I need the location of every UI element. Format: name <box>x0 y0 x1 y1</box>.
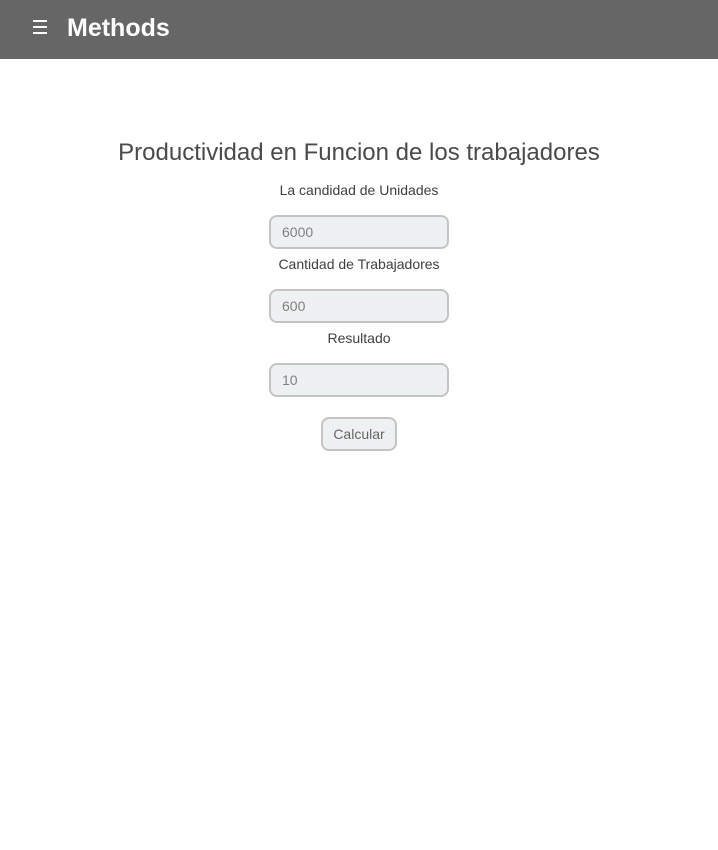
result-input[interactable] <box>269 363 449 397</box>
units-label: La candidad de Unidades <box>279 182 439 198</box>
workers-input[interactable] <box>269 289 449 323</box>
top-app-bar: Methods <box>0 0 718 59</box>
hamburger-menu-icon[interactable] <box>31 13 49 43</box>
workers-label: Cantidad de Trabajadores <box>278 256 440 272</box>
result-label: Resultado <box>327 330 391 346</box>
app-title: Methods <box>67 14 170 42</box>
page-title: Productividad en Funcion de los trabajad… <box>118 139 600 166</box>
units-input[interactable] <box>269 215 449 249</box>
calculate-button[interactable]: Calcular <box>321 417 397 451</box>
